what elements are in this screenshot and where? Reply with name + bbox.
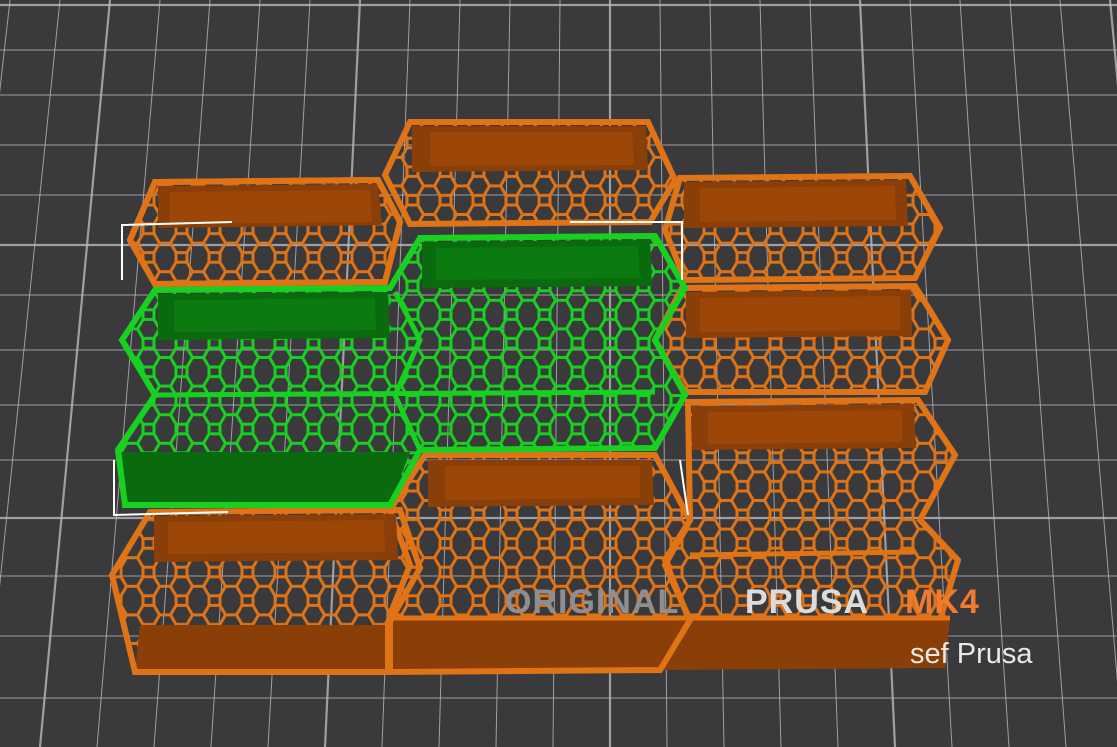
- hex-bin-8[interactable]: [108, 506, 424, 675]
- 3d-viewport[interactable]: ORIGINAL PRUSA MK4 sef Prusa: [0, 0, 1117, 747]
- grid-line: [959, 0, 1010, 747]
- hex-bin-2[interactable]: [381, 119, 679, 228]
- grid-line: [1009, 0, 1067, 747]
- hex-bin-5[interactable]: [651, 282, 952, 395]
- grid-line: [0, 0, 11, 94]
- hex-bin-3[interactable]: [661, 172, 944, 284]
- hex-bin-1[interactable]: [126, 176, 404, 288]
- bed-maker-label: sef Prusa: [910, 638, 1033, 670]
- grid-line: [1059, 0, 1117, 682]
- bed-brand-prusa: PRUSA: [745, 583, 870, 621]
- grid-line: [38, 0, 112, 747]
- bed-brand-original: ORIGINAL: [505, 583, 680, 621]
- bed-model-label: MK4: [905, 583, 980, 621]
